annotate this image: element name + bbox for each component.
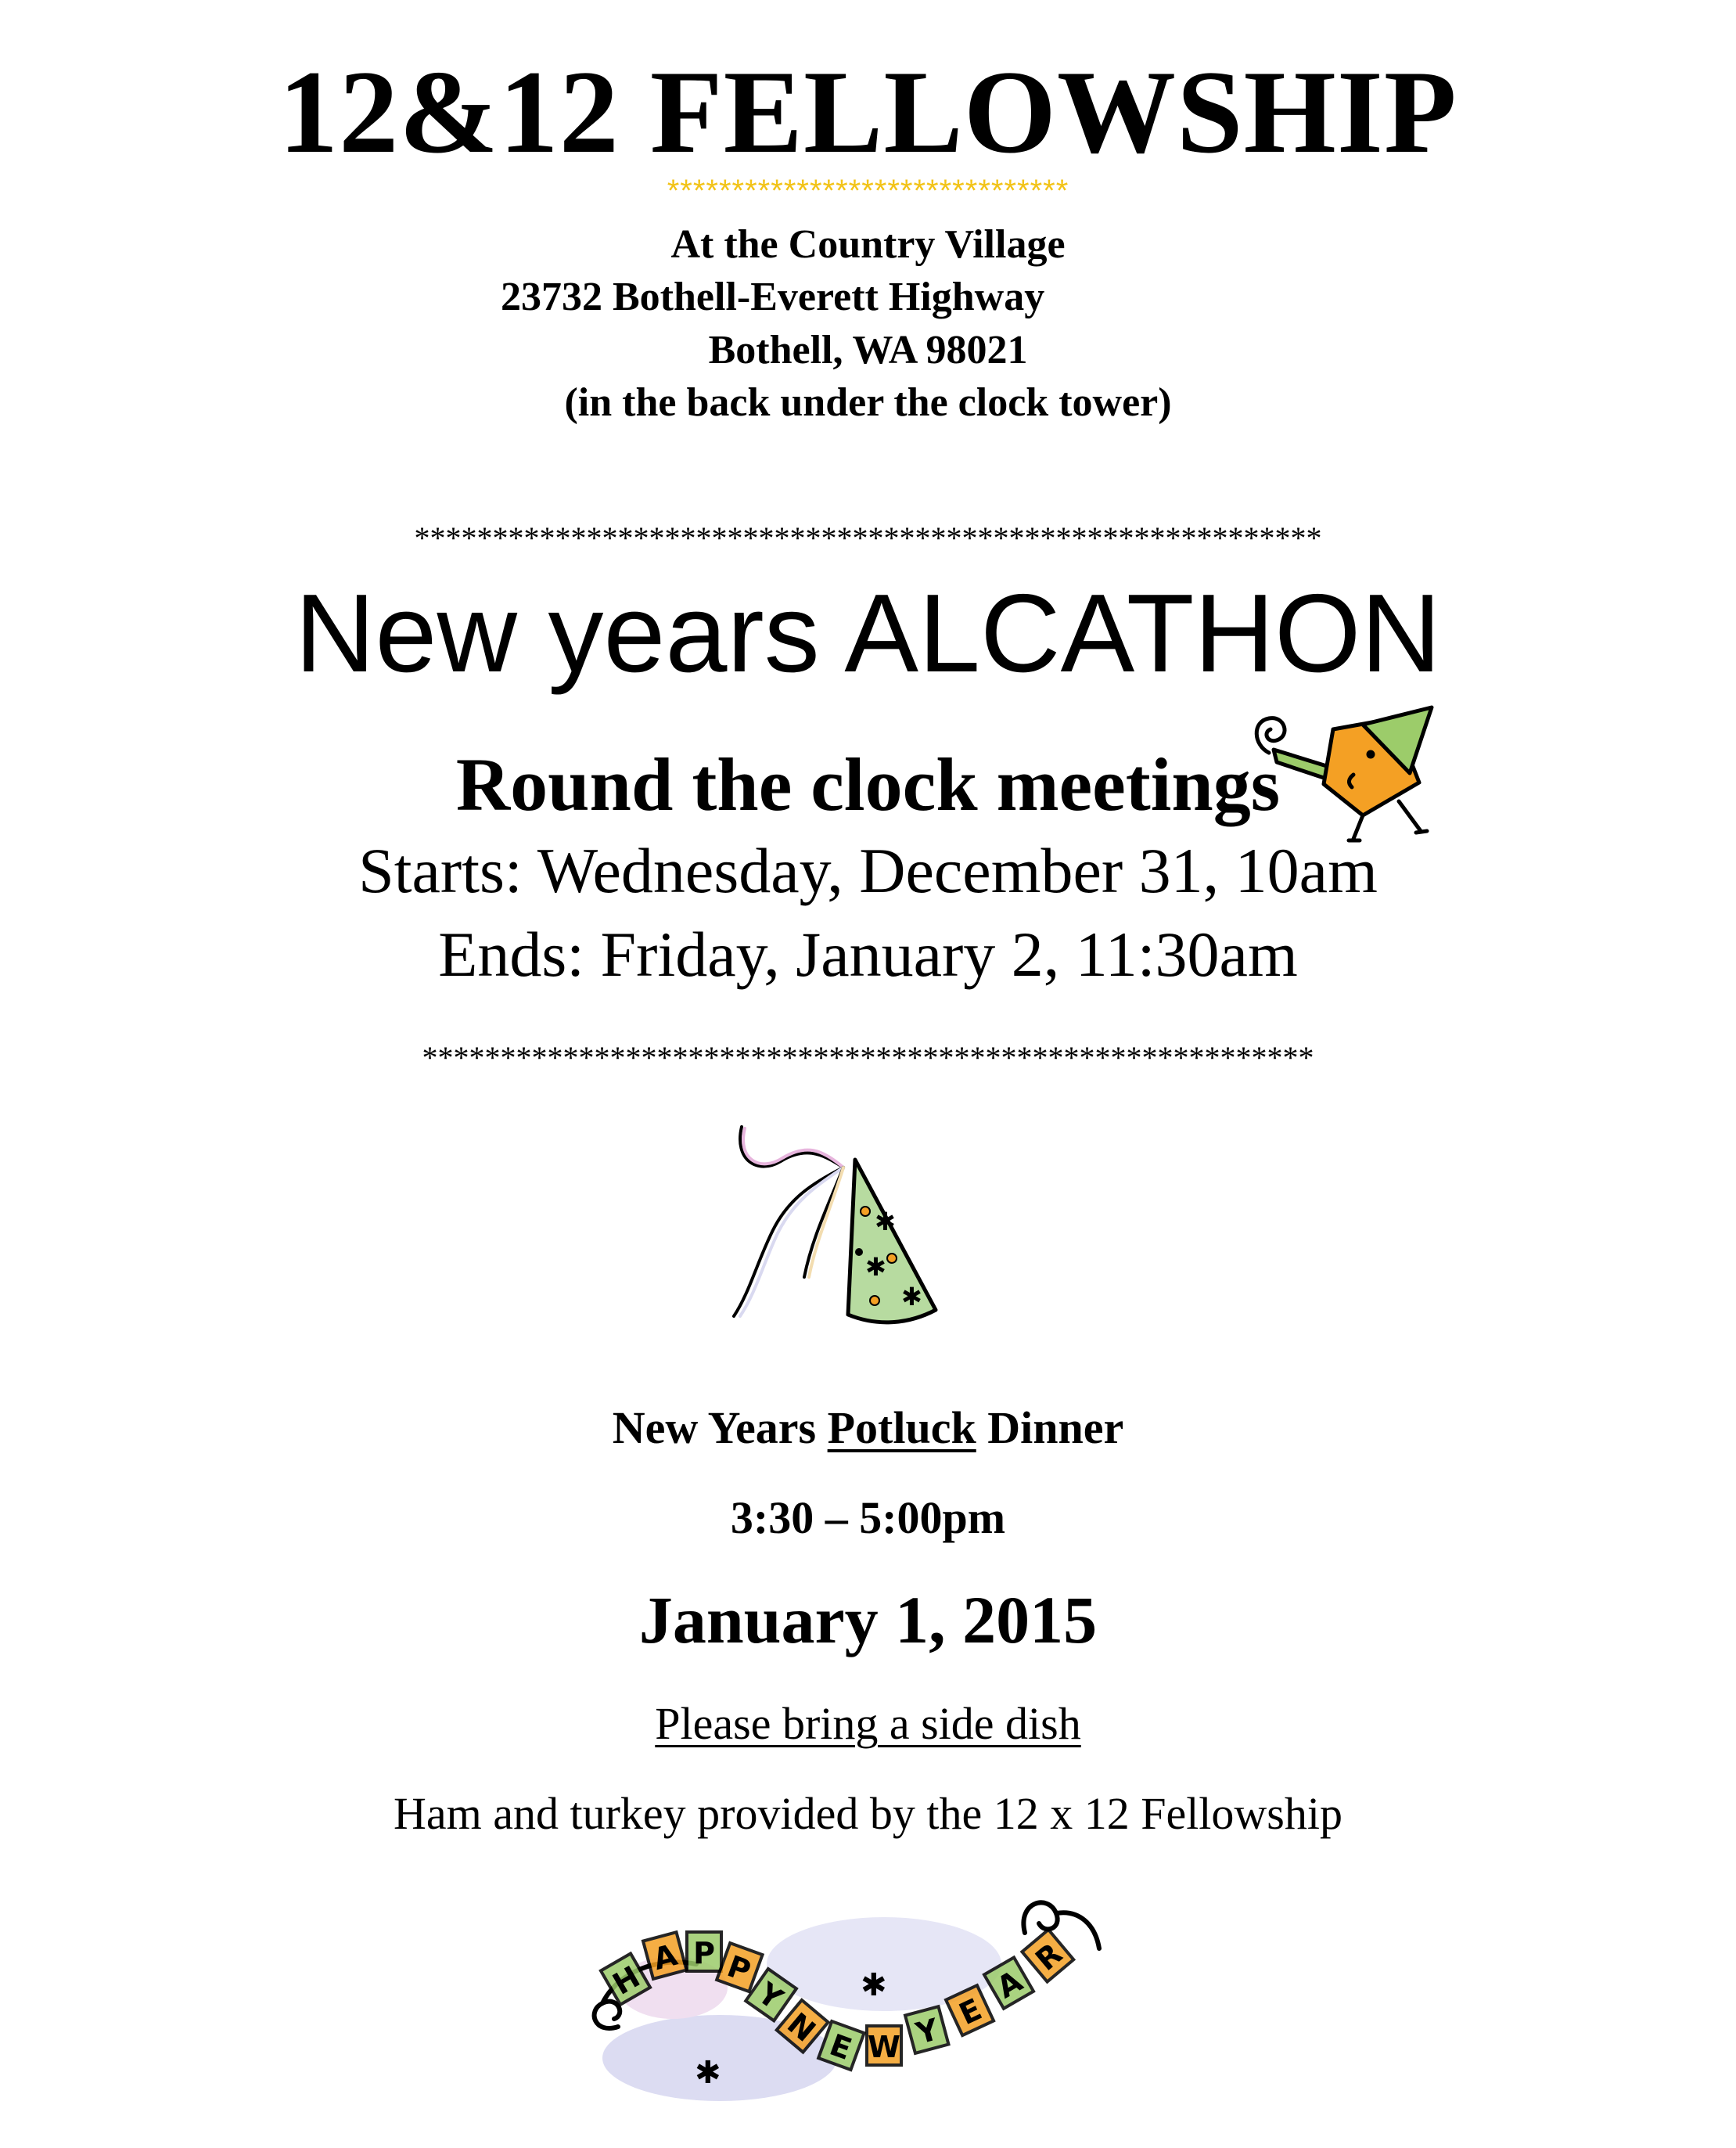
event-title: New years ALCATHON <box>294 571 1442 696</box>
banner-letter-tile: P <box>685 1930 723 1973</box>
address-line-street: 23732 Bothell-Everett Highway <box>501 275 1045 319</box>
event-subtitle: Round the clock meetings <box>455 743 1281 826</box>
svg-text:✱: ✱ <box>875 1207 896 1236</box>
dinner-time: 3:30 – 5:00pm <box>730 1492 1006 1543</box>
food-provided-note: Ham and turkey provided by the 12 x 12 F… <box>394 1788 1342 1839</box>
flyer-title: 12&12 FELLOWSHIP <box>279 46 1457 178</box>
potluck-underlined-word: Potluck <box>827 1402 976 1453</box>
address-line-directions: (in the back under the clock tower) <box>564 380 1172 425</box>
banner-letter-tile: Y <box>903 2004 951 2056</box>
bring-side-dish-note: Please bring a side dish <box>655 1698 1081 1749</box>
star-divider-bottom: ****************************************… <box>422 1040 1314 1075</box>
address-line-city: Bothell, WA 98021 <box>708 328 1028 372</box>
dinner-date: January 1, 2015 <box>638 1582 1098 1657</box>
address-line-venue: At the Country Village <box>670 222 1066 267</box>
banner-letter: P <box>693 1936 715 1970</box>
svg-text:✱: ✱ <box>861 1967 887 2003</box>
event-end-time: Ends: Friday, January 2, 11:30am <box>438 919 1298 990</box>
potluck-prefix: New Years <box>612 1402 828 1453</box>
star-divider-top: ****************************************… <box>414 520 1322 556</box>
svg-text:✱: ✱ <box>695 2055 721 2091</box>
banner-letter: W <box>868 2030 900 2064</box>
party-blower-character-icon <box>1254 705 1434 843</box>
potluck-dinner-heading: New Years Potluck Dinner <box>0 1401 1736 1455</box>
svg-text:✱: ✱ <box>901 1282 922 1311</box>
gold-star-divider: ******************************* <box>667 174 1069 208</box>
potluck-suffix: Dinner <box>976 1402 1124 1453</box>
banner-letter-tile: R <box>1019 1927 1076 1984</box>
happy-new-year-banner-icon: ✱ ✱ HA P PYN E W Y EAR <box>591 1900 1102 2101</box>
svg-text:✱: ✱ <box>865 1252 886 1282</box>
event-start-time: Starts: Wednesday, December 31, 10am <box>358 835 1378 906</box>
party-hat-ribbons-icon: ✱ ✱ ✱ <box>732 1125 938 1325</box>
banner-letter-tile: W <box>865 2024 903 2067</box>
